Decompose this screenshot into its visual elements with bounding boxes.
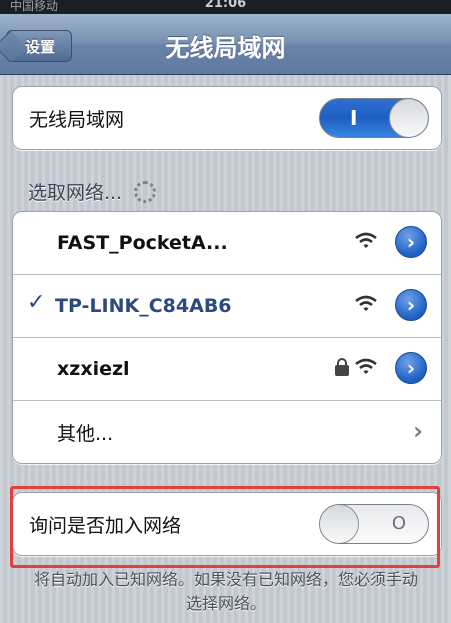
lock-icon [335, 358, 349, 376]
section-header-label: 选取网络... [28, 182, 123, 204]
wifi-switch[interactable]: I [319, 98, 429, 138]
carrier-label: 中国移动 [10, 0, 59, 13]
choose-network-header: 选取网络... [28, 178, 157, 205]
switch-knob [389, 99, 428, 137]
switch-off-mark: O [391, 513, 406, 534]
chevron-right-icon: › [413, 417, 423, 445]
ask-join-row: 询问是否加入网络 O [13, 493, 441, 555]
footer-note: 将自动加入已知网络。如果没有已知网络，您必须手动选择网络。 [33, 570, 418, 613]
network-name: xzxiezl [57, 358, 130, 380]
wifi-label: 无线局域网 [29, 108, 125, 131]
switch-on-mark: I [350, 106, 358, 130]
ask-join-switch[interactable]: O [319, 504, 429, 544]
ask-join-label: 询问是否加入网络 [29, 514, 182, 537]
network-row-fast-pocket[interactable]: FAST_PocketA... › [13, 212, 441, 275]
detail-disclosure-icon[interactable]: › [395, 289, 427, 321]
network-name: FAST_PocketA... [57, 232, 228, 254]
checkmark-icon: ✓ [27, 290, 46, 315]
other-network-row[interactable]: 其他... › [13, 401, 441, 463]
wifi-toggle-group: 无线局域网 I [12, 86, 442, 150]
wifi-icon [355, 295, 377, 311]
other-network-label: 其他... [57, 422, 114, 445]
wifi-toggle-row: 无线局域网 I [13, 87, 441, 149]
network-row-xzxiezl[interactable]: xzxiezl › [13, 338, 441, 401]
detail-disclosure-icon[interactable]: › [395, 352, 427, 384]
spinner-icon [134, 180, 157, 203]
ask-join-group: 询问是否加入网络 O [12, 492, 442, 556]
network-row-tp-link[interactable]: ✓ TP-LINK_C84AB6 › [13, 275, 441, 338]
wifi-icon [355, 232, 377, 248]
clock-label: 21:06 [204, 0, 247, 11]
nav-bar: 设置 无线局域网 [0, 14, 451, 75]
page-title: 无线局域网 [165, 34, 286, 62]
network-name: TP-LINK_C84AB6 [55, 295, 232, 317]
network-list: FAST_PocketA... › ✓ TP-LINK_C84AB6 › xzx… [12, 211, 442, 464]
detail-disclosure-icon[interactable]: › [395, 226, 427, 258]
wifi-icon [355, 358, 377, 374]
status-bar: 中国移动 21:06 [0, 0, 451, 14]
switch-knob [320, 505, 359, 543]
